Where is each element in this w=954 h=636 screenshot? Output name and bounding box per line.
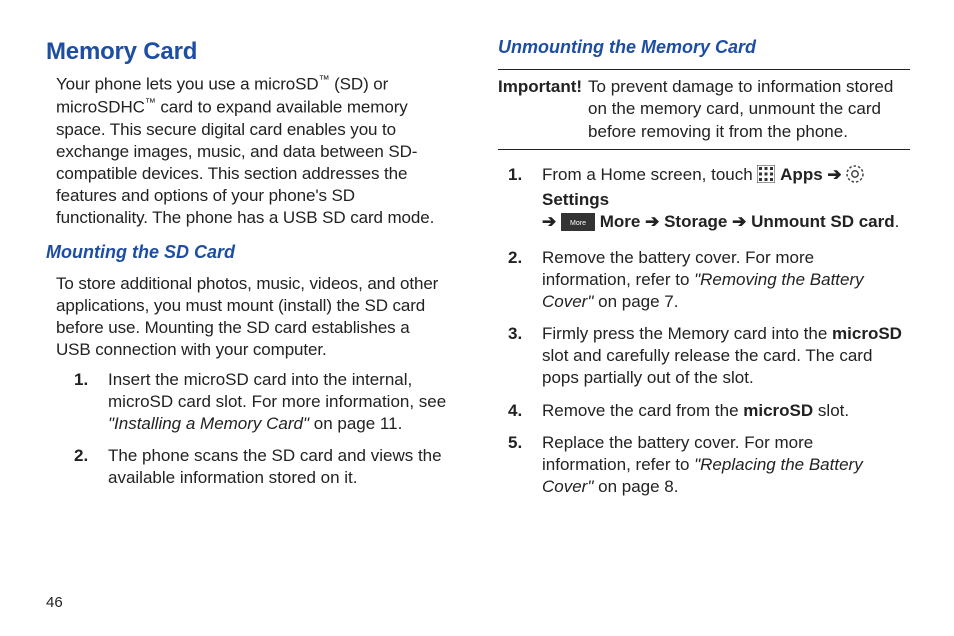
text: on page 11. [309, 414, 402, 433]
text: on page 7. [593, 292, 678, 311]
mount-steps: 1. Insert the microSD card into the inte… [74, 369, 458, 489]
text: Insert the microSD card into the interna… [108, 370, 446, 411]
storage-label: Storage [664, 212, 732, 231]
arrow-icon: ➔ [827, 165, 841, 184]
step-number: 1. [74, 369, 88, 391]
right-column: Unmounting the Memory Card Important! To… [498, 36, 910, 508]
bold-text: microSD [743, 401, 813, 420]
columns: Memory Card Your phone lets you use a mi… [46, 36, 910, 508]
heading-memory-card: Memory Card [46, 36, 458, 67]
trademark-symbol: ™ [319, 74, 330, 86]
list-item: 5. Replace the battery cover. For more i… [508, 432, 902, 498]
step-number: 4. [508, 400, 522, 422]
text: From a Home screen, touch [542, 165, 757, 184]
more-label: More [600, 212, 645, 231]
text: slot and carefully release the card. The… [542, 346, 872, 387]
settings-gear-icon [846, 165, 864, 189]
apps-label: Apps [780, 165, 827, 184]
step-number: 3. [508, 323, 522, 345]
important-label: Important! [498, 76, 582, 142]
step-number: 5. [508, 432, 522, 454]
text: card to expand available memory space. T… [56, 98, 434, 227]
text: slot. [813, 401, 849, 420]
memory-card-intro: Your phone lets you use a microSD™ (SD) … [56, 73, 448, 229]
list-item: 2. The phone scans the SD card and views… [74, 445, 450, 489]
list-item: 2. Remove the battery cover. For more in… [508, 247, 902, 313]
manual-page: Memory Card Your phone lets you use a mi… [0, 0, 954, 636]
trademark-symbol: ™ [145, 97, 156, 109]
text: The phone scans the SD card and views th… [108, 446, 442, 487]
settings-label: Settings [542, 190, 609, 209]
arrow-icon: ➔ [542, 212, 556, 231]
cross-ref: "Installing a Memory Card" [108, 414, 309, 433]
text: on page 8. [593, 477, 678, 496]
list-item: 4. Remove the card from the microSD slot… [508, 400, 902, 422]
text: Remove the card from the [542, 401, 743, 420]
subhead-unmounting: Unmounting the Memory Card [498, 36, 910, 59]
unmount-label: Unmount SD card [751, 212, 895, 231]
unmount-steps: 1. From a Home screen, touch Apps [508, 164, 910, 498]
mounting-para: To store additional photos, music, video… [56, 273, 448, 361]
list-item: 3. Firmly press the Memory card into the… [508, 323, 902, 389]
arrow-icon: ➔ [732, 212, 746, 231]
more-tab-icon: More [561, 213, 595, 237]
text: Firmly press the Memory card into the [542, 324, 832, 343]
list-item: 1. Insert the microSD card into the inte… [74, 369, 450, 435]
text: . [895, 212, 900, 231]
subhead-mounting: Mounting the SD Card [46, 241, 458, 264]
left-column: Memory Card Your phone lets you use a mi… [46, 36, 458, 508]
step-number: 1. [508, 164, 522, 186]
apps-grid-icon [757, 165, 775, 189]
arrow-icon: ➔ [645, 212, 659, 231]
step-number: 2. [508, 247, 522, 269]
list-item: 1. From a Home screen, touch Apps [508, 164, 902, 237]
svg-text:More: More [570, 220, 586, 227]
bold-text: microSD [832, 324, 902, 343]
text: Your phone lets you use a microSD [56, 75, 319, 94]
important-note: Important! To prevent damage to informat… [498, 69, 910, 149]
page-number: 46 [46, 593, 63, 613]
important-text: To prevent damage to information stored … [582, 76, 910, 142]
step-number: 2. [74, 445, 88, 467]
